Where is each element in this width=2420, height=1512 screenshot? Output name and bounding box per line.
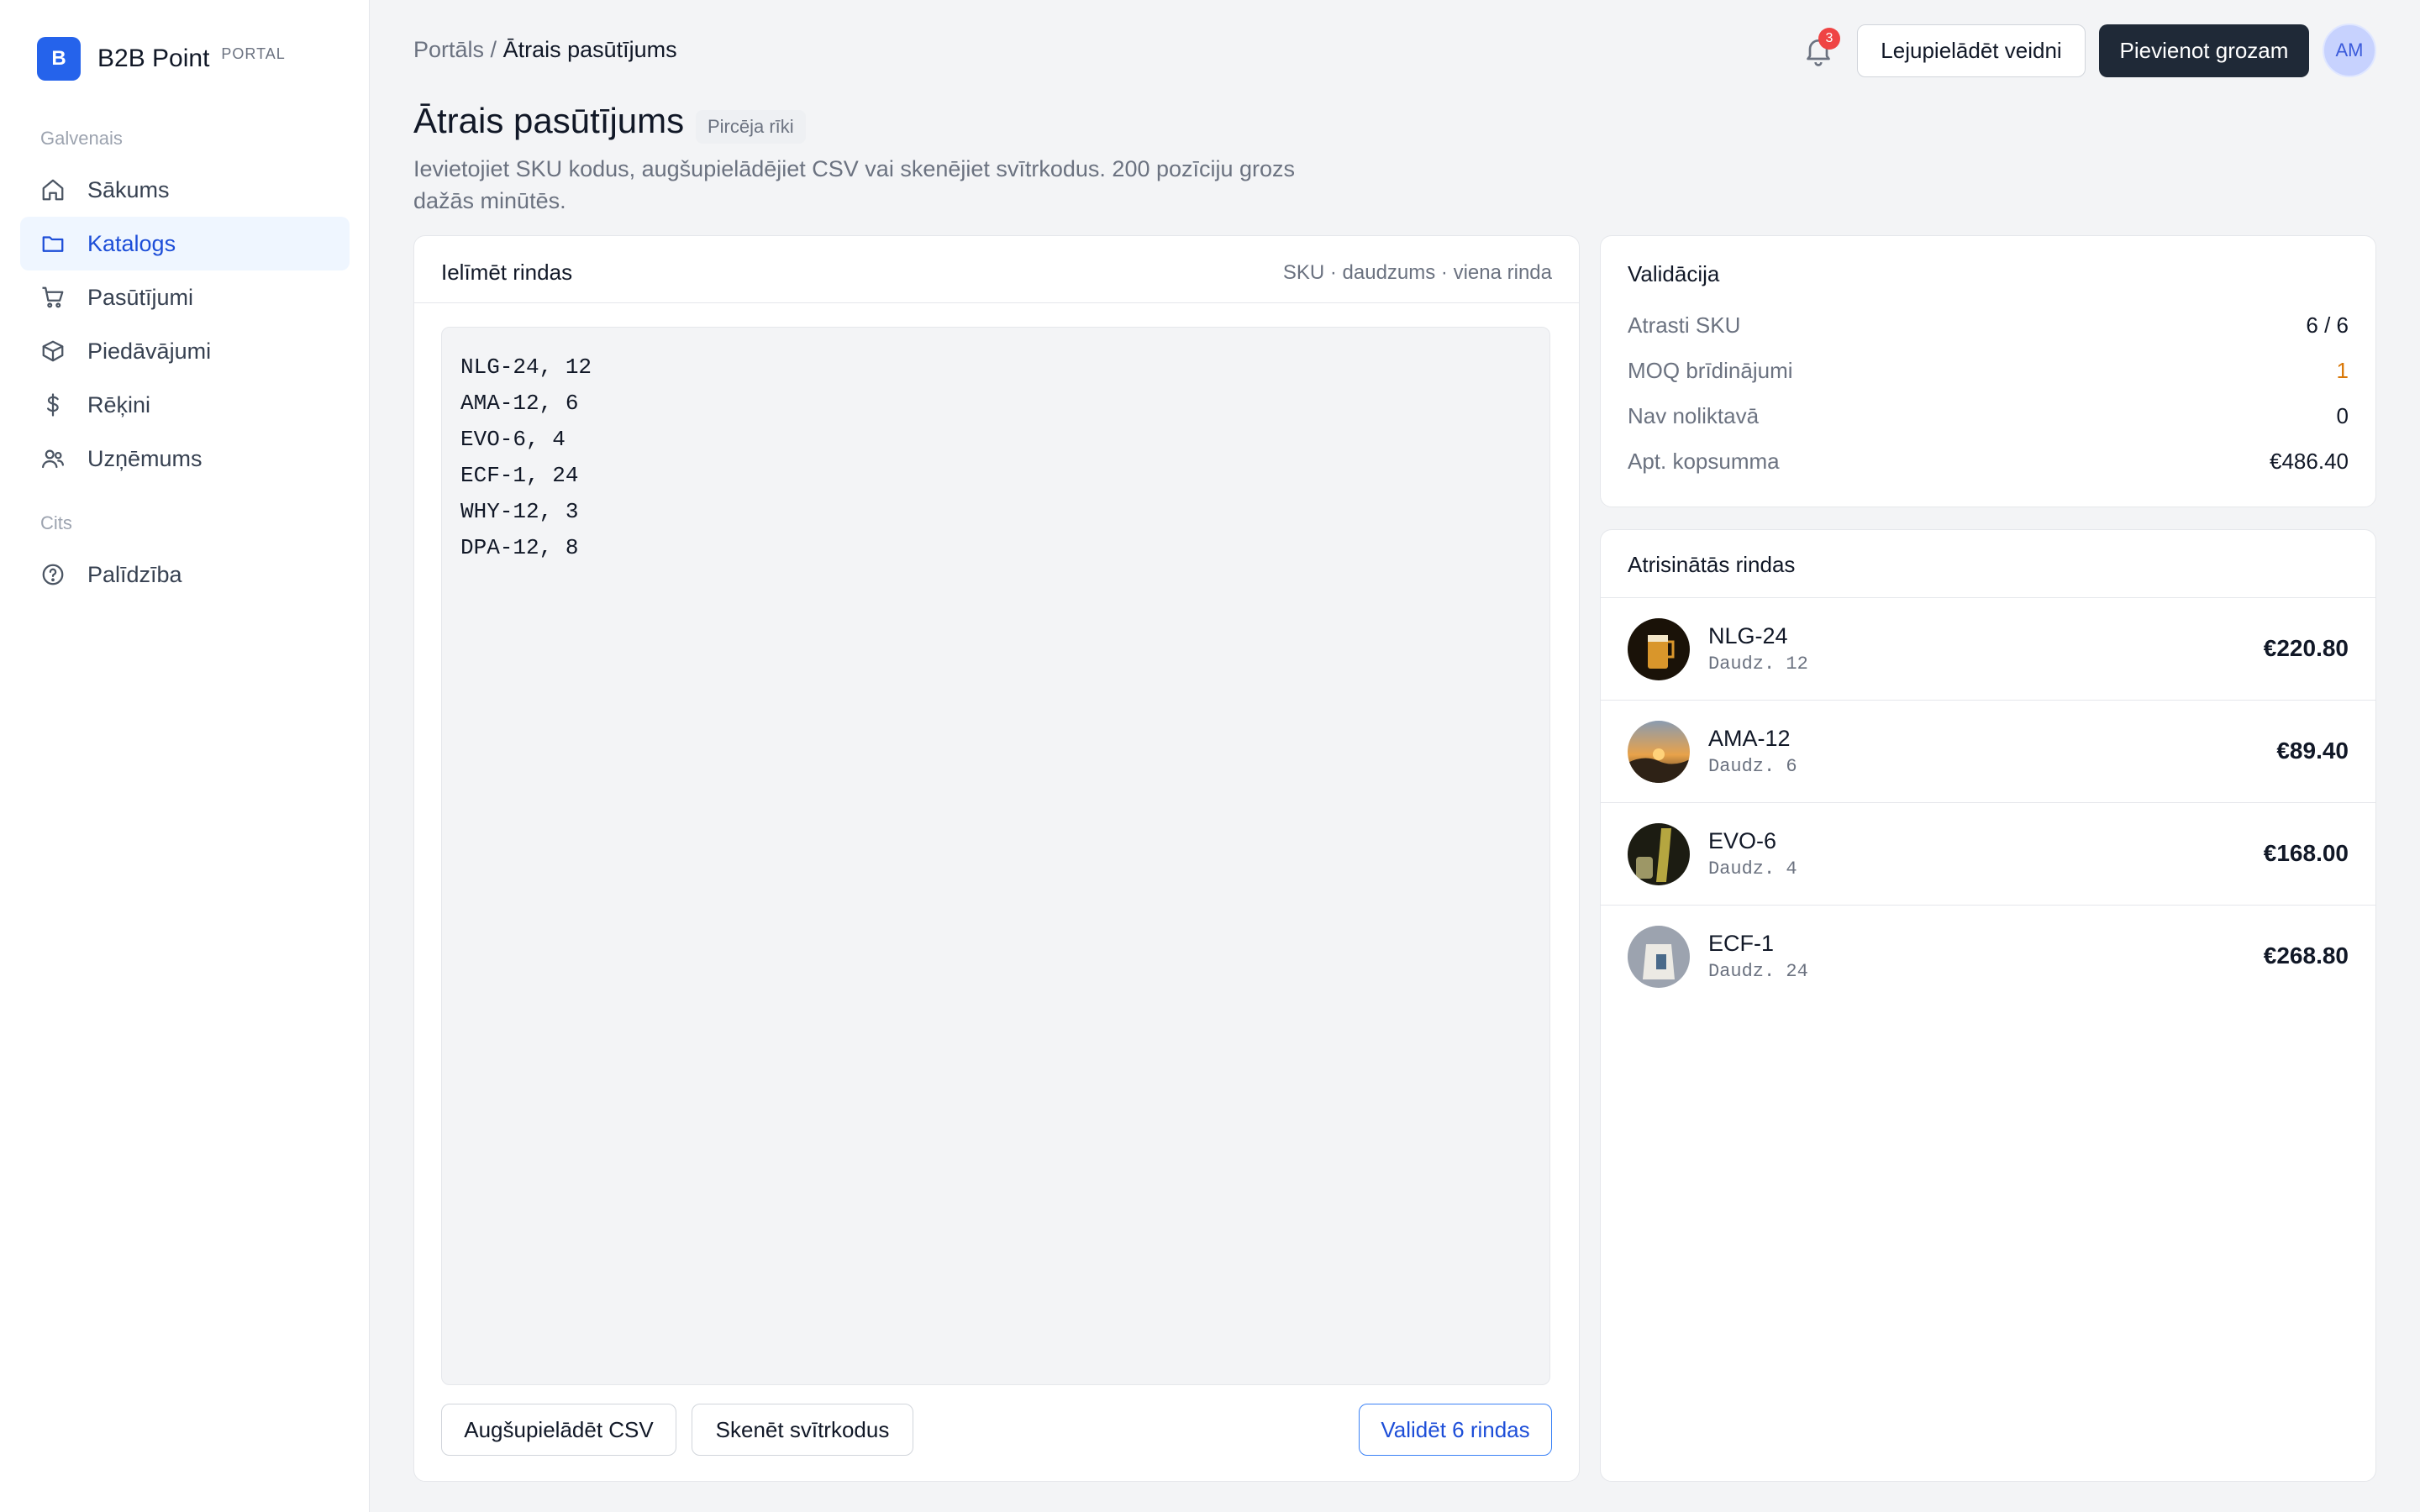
notification-badge: 3 <box>1818 28 1840 50</box>
breadcrumb-current: Ātrais pasūtījums <box>502 37 677 62</box>
sidebar-item-label: Piedāvājumi <box>87 338 212 364</box>
resolved-title: Atrisinātās rindas <box>1628 552 1796 577</box>
validation-label: Nav noliktavā <box>1628 402 1760 428</box>
validation-title: Validācija <box>1628 261 1720 286</box>
validation-row-stock: Nav noliktavā 0 <box>1628 399 2349 433</box>
brand-name: B2B Point <box>97 45 210 72</box>
product-thumbnail <box>1628 721 1690 783</box>
validation-label: MOQ brīdinājumi <box>1628 357 1793 383</box>
users-icon <box>42 449 64 469</box>
validation-label: Atrasti SKU <box>1628 312 1741 338</box>
resolved-card: Atrisinātās rindas NLG-24 Daudz. 12 €220… <box>1600 529 2376 1482</box>
validation-value: 0 <box>2336 402 2349 428</box>
paste-card-hint: SKU · daudzums · viena rinda <box>1282 261 1552 284</box>
resolved-qty: Daudz. 4 <box>1708 858 1797 879</box>
list-item[interactable]: AMA-12 Daudz. 6 €89.40 <box>1601 700 2375 802</box>
validate-button[interactable]: Validēt 6 rindas <box>1359 1404 1552 1456</box>
breadcrumb-root[interactable]: Portāls / <box>413 37 497 62</box>
home-icon <box>42 179 64 201</box>
validation-row-found: Atrasti SKU 6 / 6 <box>1628 308 2349 342</box>
sidebar: B B2B Point PORTAL Galvenais Sākums Kata… <box>0 0 370 1512</box>
dollar-icon <box>47 393 59 417</box>
list-item[interactable]: NLG-24 Daudz. 12 €220.80 <box>1601 597 2375 700</box>
sidebar-item-label: Uzņēmums <box>87 445 203 471</box>
list-item[interactable]: ECF-1 Daudz. 24 €268.80 <box>1601 905 2375 1007</box>
paste-textarea[interactable] <box>441 327 1550 1385</box>
product-thumbnail <box>1628 618 1690 680</box>
help-icon <box>42 564 64 585</box>
page-chip: Pircēja rīki <box>696 110 806 144</box>
paste-card-header: Ielīmēt rindas SKU · daudzums · viena ri… <box>414 236 1579 303</box>
sidebar-item-label: Katalogs <box>87 230 176 256</box>
nav-section-other: Cits <box>40 512 72 533</box>
list-item[interactable]: EVO-6 Daudz. 4 €168.00 <box>1601 802 2375 905</box>
product-thumbnail <box>1628 823 1690 885</box>
sidebar-item-label: Palīdzība <box>87 561 182 587</box>
resolved-sku: AMA-12 <box>1708 726 1791 751</box>
resolved-price: €268.80 <box>2263 942 2349 969</box>
validation-row-moq: MOQ brīdinājumi 1 <box>1628 354 2349 387</box>
sidebar-item-label: Pasūtījumi <box>87 284 194 310</box>
resolved-price: €89.40 <box>2276 738 2349 764</box>
validation-card: Validācija Atrasti SKU 6 / 6 MOQ brīdinā… <box>1600 235 2376 507</box>
brand-tag: PORTAL <box>221 45 286 62</box>
resolved-sku: ECF-1 <box>1708 931 1775 956</box>
sidebar-item-help[interactable]: Palīdzība <box>20 548 350 601</box>
resolved-qty: Daudz. 24 <box>1708 961 1808 982</box>
sidebar-item-home[interactable]: Sākums <box>20 163 350 217</box>
box-icon <box>42 340 64 362</box>
resolved-price: €168.00 <box>2263 840 2349 866</box>
avatar[interactable]: AM <box>2323 24 2376 77</box>
sidebar-item-label: Sākums <box>87 176 170 202</box>
validation-value: 6 / 6 <box>2306 312 2349 338</box>
nav-section-main: Galvenais <box>40 128 123 149</box>
scan-barcodes-button[interactable]: Skenēt svītrkodus <box>692 1404 913 1456</box>
resolved-sku: NLG-24 <box>1708 623 1788 648</box>
resolved-price: €220.80 <box>2263 635 2349 661</box>
validation-label: Apt. kopsumma <box>1628 448 1780 474</box>
sidebar-item-company[interactable]: Uzņēmums <box>20 432 350 486</box>
product-thumbnail <box>1628 926 1690 988</box>
brand-logo: B <box>37 37 81 81</box>
sidebar-item-orders[interactable]: Pasūtījumi <box>20 270 350 324</box>
validation-value: €486.40 <box>2270 448 2349 474</box>
resolved-qty: Daudz. 6 <box>1708 756 1797 777</box>
sidebar-item-label: Rēķini <box>87 391 151 417</box>
sidebar-item-quotes[interactable]: Piedāvājumi <box>20 324 350 378</box>
paste-card: Ielīmēt rindas SKU · daudzums · viena ri… <box>413 235 1580 1482</box>
validation-value: 1 <box>2336 357 2349 383</box>
download-template-button[interactable]: Lejupielādēt veidni <box>1857 24 2086 77</box>
sidebar-item-catalog[interactable]: Katalogs <box>20 217 350 270</box>
add-to-cart-button[interactable]: Pievienot grozam <box>2099 24 2309 77</box>
validation-row-total: Apt. kopsumma €486.40 <box>1628 444 2349 478</box>
cart-icon <box>42 286 64 308</box>
page-description: Ievietojiet SKU kodus, augšupielādējiet … <box>413 156 1296 213</box>
resolved-qty: Daudz. 12 <box>1708 654 1808 675</box>
paste-card-title: Ielīmēt rindas <box>441 260 573 285</box>
page-title: Ātrais pasūtījums <box>413 101 685 140</box>
resolved-sku: EVO-6 <box>1708 828 1777 853</box>
brand[interactable]: B B2B Point PORTAL <box>37 37 286 81</box>
upload-csv-button[interactable]: Augšupielādēt CSV <box>441 1404 676 1456</box>
folder-icon <box>42 236 64 252</box>
sidebar-item-invoices[interactable]: Rēķini <box>20 378 350 432</box>
breadcrumb: Portāls / Ātrais pasūtījums <box>413 37 677 63</box>
